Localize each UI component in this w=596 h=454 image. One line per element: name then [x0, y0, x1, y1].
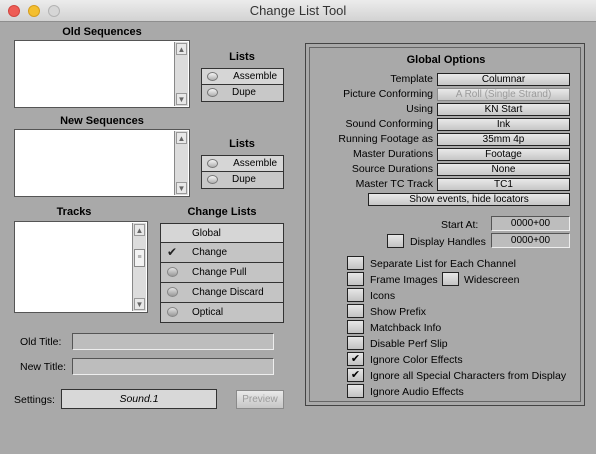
matchback-info-checkbox[interactable] [347, 320, 364, 334]
old-title-field[interactable] [72, 333, 274, 350]
lists1-option-dupe[interactable]: Dupe [201, 85, 284, 102]
ignore-color-effects-label: Ignore Color Effects [370, 354, 463, 366]
radio-icon [207, 159, 218, 168]
old-sequences-scrollbar[interactable]: ▲ ▼ [174, 42, 188, 106]
icons-checkbox[interactable] [347, 288, 364, 302]
scroll-down-arrow-icon[interactable]: ▼ [176, 93, 187, 105]
preview-button[interactable]: Preview [236, 390, 284, 409]
lists2-option-assemble[interactable]: Assemble [201, 155, 284, 172]
radio-icon [207, 175, 218, 184]
scroll-up-arrow-icon[interactable]: ▲ [134, 224, 145, 236]
option-row-master-tc-track: Master TC Track TC1 [306, 178, 586, 192]
scroll-down-arrow-icon[interactable]: ▼ [134, 298, 145, 310]
change-lists-group: Global ✔ Change Change Pull Change Disca… [160, 223, 284, 323]
new-sequences-scrollbar[interactable]: ▲ ▼ [174, 131, 188, 195]
window-title: Change List Tool [249, 3, 347, 18]
source-durations-popup[interactable]: None [437, 163, 570, 176]
scroll-up-arrow-icon[interactable]: ▲ [176, 43, 187, 55]
change-list-change-discard[interactable]: Change Discard [160, 283, 284, 303]
change-list-global[interactable]: Global [160, 223, 284, 243]
master-tc-track-popup[interactable]: TC1 [437, 178, 570, 191]
start-at-label: Start At: [441, 219, 479, 231]
global-options-title: Global Options [406, 54, 486, 66]
master-durations-popup[interactable]: Footage [437, 148, 570, 161]
show-events-popup[interactable]: Show events, hide locators [368, 193, 570, 206]
option-row-using: Using KN Start [306, 103, 586, 117]
new-sequences-label: New Sequences [60, 115, 144, 127]
option-row-running-footage: Running Footage as 35mm 4p [306, 133, 586, 147]
tracks-label: Tracks [56, 206, 92, 218]
lists2-option-dupe[interactable]: Dupe [201, 172, 284, 189]
tracks-list[interactable]: ▲ ≡ ▼ [14, 221, 148, 313]
checkmark-icon: ✔ [350, 369, 361, 381]
radio-icon [167, 287, 178, 297]
new-title-label: New Title: [20, 361, 67, 373]
option-row-master-durations: Master Durations Footage [306, 148, 586, 162]
display-handles-field[interactable]: 0000+00 [491, 233, 570, 248]
tracks-scrollbar[interactable]: ▲ ≡ ▼ [132, 223, 146, 311]
lists-radio-group-1: Assemble Dupe [201, 68, 284, 102]
option-row-source-durations: Source Durations None [306, 163, 586, 177]
template-popup[interactable]: Columnar [437, 73, 570, 86]
ignore-color-effects-checkbox[interactable]: ✔ [347, 352, 364, 366]
new-title-field[interactable] [72, 358, 274, 375]
change-list-change-pull[interactable]: Change Pull [160, 263, 284, 283]
option-row-sound-conforming: Sound Conforming Ink [306, 118, 586, 132]
checkmark-icon: ✔ [350, 353, 361, 365]
old-title-label: Old Title: [20, 336, 62, 348]
scroll-thumb[interactable]: ≡ [134, 249, 145, 267]
ignore-audio-effects-checkbox[interactable] [347, 384, 364, 398]
ignore-special-characters-checkbox[interactable]: ✔ [347, 368, 364, 382]
picture-conforming-popup[interactable]: A Roll (Single Strand) [437, 88, 570, 101]
display-handles-checkbox[interactable] [387, 234, 404, 248]
lists-radio-group-2: Assemble Dupe [201, 155, 284, 189]
new-sequences-list[interactable]: ▲ ▼ [14, 129, 190, 197]
option-row-template: Template Columnar [306, 73, 586, 87]
radio-icon [167, 267, 178, 277]
running-footage-popup[interactable]: 35mm 4p [437, 133, 570, 146]
sound-conforming-popup[interactable]: Ink [437, 118, 570, 131]
lists-label-2: Lists [229, 138, 255, 150]
radio-icon [207, 72, 218, 81]
global-options-panel: Global Options Template Columnar Picture… [305, 43, 585, 406]
show-prefix-label: Show Prefix [370, 306, 427, 318]
widescreen-label: Widescreen [464, 274, 520, 286]
display-handles-label: Display Handles [410, 236, 486, 248]
separate-list-checkbox[interactable] [347, 256, 364, 270]
icons-label: Icons [370, 290, 396, 302]
change-lists-label: Change Lists [187, 206, 257, 218]
scroll-up-arrow-icon[interactable]: ▲ [176, 132, 187, 144]
lists-label-1: Lists [229, 51, 255, 63]
ignore-special-characters-label: Ignore all Special Characters from Displ… [370, 370, 567, 382]
old-sequences-list[interactable]: ▲ ▼ [14, 40, 190, 108]
widescreen-checkbox[interactable] [442, 272, 459, 286]
change-list-optical[interactable]: Optical [160, 303, 284, 323]
radio-icon [207, 88, 218, 97]
frame-images-label: Frame Images [370, 274, 438, 286]
frame-images-checkbox[interactable] [347, 272, 364, 286]
disable-perf-slip-label: Disable Perf Slip [370, 338, 448, 350]
checkmark-icon: ✔ [167, 245, 178, 259]
disable-perf-slip-checkbox[interactable] [347, 336, 364, 350]
using-popup[interactable]: KN Start [437, 103, 570, 116]
separate-list-label: Separate List for Each Channel [370, 258, 516, 270]
start-at-field[interactable]: 0000+00 [491, 216, 570, 231]
matchback-info-label: Matchback Info [370, 322, 442, 334]
scroll-down-arrow-icon[interactable]: ▼ [176, 182, 187, 194]
title-bar: Change List Tool [0, 0, 596, 22]
ignore-audio-effects-label: Ignore Audio Effects [370, 386, 464, 398]
option-row-picture-conforming: Picture Conforming A Roll (Single Strand… [306, 88, 586, 102]
change-list-change[interactable]: ✔ Change [160, 243, 284, 263]
settings-selector[interactable]: Sound.1 [61, 389, 217, 409]
show-prefix-checkbox[interactable] [347, 304, 364, 318]
lists1-option-assemble[interactable]: Assemble [201, 68, 284, 85]
radio-icon [167, 307, 178, 317]
old-sequences-label: Old Sequences [62, 26, 142, 38]
settings-label: Settings: [14, 394, 55, 406]
